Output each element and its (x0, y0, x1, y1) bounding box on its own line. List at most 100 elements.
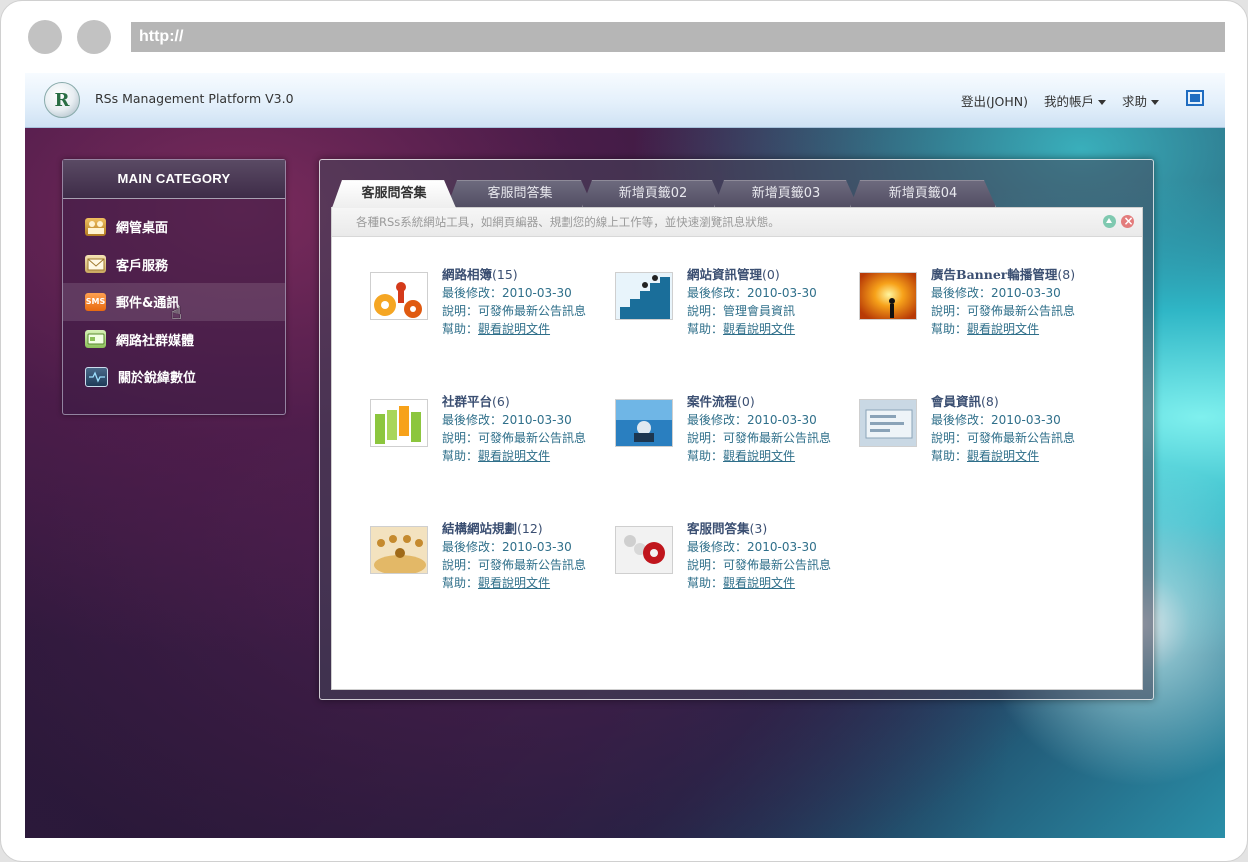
card-modified: 最後修改：2010-03-30 (442, 413, 572, 427)
card-description: 說明：可發佈最新公告訊息 (687, 431, 832, 445)
url-text: http:// (139, 28, 184, 45)
app-logo[interactable]: R (44, 82, 80, 118)
module-card: 案件流程(0) 最後修改：2010-03-30 說明：可發佈最新公告訊息 幫助：… (615, 394, 845, 479)
module-card: 客服問答集(3) 最後修改：2010-03-30 說明：可發佈最新公告訊息 幫助… (615, 521, 845, 606)
window-button[interactable] (77, 20, 111, 54)
card-modified: 最後修改：2010-03-30 (931, 286, 1061, 300)
top-bar: R RSs Management Platform V3.0 登出(JOHN) … (25, 73, 1225, 128)
card-help-prefix: 幫助： (687, 576, 724, 590)
window-button[interactable] (28, 20, 62, 54)
card-title[interactable]: 網站資訊管理 (687, 267, 762, 282)
help-doc-link[interactable]: 觀看說明文件 (478, 322, 550, 336)
card-title[interactable]: 社群平台 (442, 394, 492, 409)
sidebar-item-label: 郵件&通訊 (116, 296, 180, 312)
card-description: 說明：可發佈最新公告訊息 (687, 558, 832, 572)
social-platform-thumbnail[interactable] (370, 399, 428, 447)
card-title[interactable]: 網路相簿 (442, 267, 492, 282)
card-title[interactable]: 會員資訊 (931, 394, 981, 409)
sidebar-item-social[interactable]: 網路社群媒體 (63, 321, 285, 359)
module-card: 廣告Banner輪播管理(8) 最後修改：2010-03-30 說明：可發佈最新… (859, 267, 1089, 352)
users-icon (85, 217, 106, 236)
help-doc-link[interactable]: 觀看說明文件 (723, 322, 795, 336)
card-title[interactable]: 案件流程 (687, 394, 737, 409)
top-nav: 登出(JOHN) 我的帳戶 求助 (961, 91, 1159, 110)
sidebar-item-about[interactable]: 關於銳緯數位 (63, 358, 285, 396)
card-count: (12) (517, 521, 543, 536)
description-bar: 各種RSs系統網站工具，如網頁編器、規劃您的線上工作等，並快速瀏覽訊息狀態。 (332, 207, 1142, 237)
module-card: 會員資訊(8) 最後修改：2010-03-30 說明：可發佈最新公告訊息 幫助：… (859, 394, 1089, 479)
tab-content: 各種RSs系統網站工具，如網頁編器、規劃您的線上工作等，並快速瀏覽訊息狀態。 網… (331, 207, 1143, 690)
card-info: 會員資訊(8) 最後修改：2010-03-30 說明：可發佈最新公告訊息 幫助：… (931, 393, 1075, 465)
sidebar: MAIN CATEGORY 網管桌面 客戶服務 SMS 郵件&通訊 ☝ 網路社群… (62, 159, 286, 415)
sidebar-item-label: 網路社群媒體 (116, 333, 195, 349)
sms-icon: SMS (85, 292, 106, 311)
tab-faq[interactable]: 客服問答集 (447, 180, 593, 207)
card-description: 說明：可發佈最新公告訊息 (442, 304, 587, 318)
fullscreen-icon[interactable] (1186, 90, 1204, 106)
card-info: 結構網站規劃(12) 最後修改：2010-03-30 說明：可發佈最新公告訊息 … (442, 520, 586, 592)
card-icon (85, 330, 106, 349)
address-bar[interactable]: http:// (131, 22, 1225, 52)
sidebar-item-desktop[interactable]: 網管桌面 (63, 208, 285, 246)
card-help-prefix: 幫助： (442, 576, 479, 590)
help-doc-link[interactable]: 觀看說明文件 (478, 449, 550, 463)
card-description: 說明：可發佈最新公告訊息 (931, 304, 1076, 318)
card-help-prefix: 幫助： (442, 449, 479, 463)
sidebar-item-label: 網管桌面 (116, 221, 169, 237)
card-help-prefix: 幫助： (687, 449, 724, 463)
module-card: 社群平台(6) 最後修改：2010-03-30 說明：可發佈最新公告訊息 幫助：… (370, 394, 600, 479)
site-info-thumbnail[interactable] (615, 272, 673, 320)
card-info: 社群平台(6) 最後修改：2010-03-30 說明：可發佈最新公告訊息 幫助：… (442, 393, 586, 465)
card-modified: 最後修改：2010-03-30 (442, 540, 572, 554)
photo-album-thumbnail[interactable] (370, 272, 428, 320)
help-doc-link[interactable]: 觀看說明文件 (967, 449, 1039, 463)
tab-faq-active[interactable]: 客服問答集 (332, 180, 456, 208)
pulse-icon (85, 366, 108, 387)
help-doc-link[interactable]: 觀看說明文件 (967, 322, 1039, 336)
help-doc-link[interactable]: 觀看說明文件 (723, 576, 795, 590)
card-info: 廣告Banner輪播管理(8) 最後修改：2010-03-30 說明：可發佈最新… (931, 266, 1075, 338)
envelope-icon (85, 255, 106, 274)
card-description: 說明：可發佈最新公告訊息 (931, 431, 1076, 445)
site-structure-thumbnail[interactable] (370, 526, 428, 574)
card-title[interactable]: 客服問答集 (687, 521, 750, 536)
browser-frame: http:// R RSs Management Platform V3.0 登… (0, 0, 1248, 862)
member-info-thumbnail[interactable] (859, 399, 917, 447)
account-label: 我的帳戶 (1043, 94, 1094, 109)
help-doc-link[interactable]: 觀看說明文件 (478, 576, 550, 590)
card-count: (6) (492, 394, 510, 409)
card-description: 說明：可發佈最新公告訊息 (442, 431, 587, 445)
sidebar-item-customer-service[interactable]: 客戶服務 (63, 246, 285, 284)
main-panel: 客服問答集 客服問答集 新增頁籤02 新增頁籤03 新增頁籤04 各種RSs系統… (319, 159, 1154, 700)
card-count: (8) (1057, 267, 1076, 282)
card-count: (0) (762, 267, 780, 282)
card-title[interactable]: 廣告Banner輪播管理 (931, 267, 1057, 282)
collapse-icon[interactable] (1103, 215, 1116, 228)
sidebar-item-label: 關於銳緯數位 (118, 371, 197, 387)
help-menu[interactable]: 求助 (1122, 91, 1159, 110)
account-menu[interactable]: 我的帳戶 (1044, 91, 1106, 110)
faq-thumbnail[interactable] (615, 526, 673, 574)
card-description: 說明：可發佈最新公告訊息 (442, 558, 587, 572)
card-modified: 最後修改：2010-03-30 (687, 413, 817, 427)
card-count: (3) (749, 521, 768, 536)
card-modified: 最後修改：2010-03-30 (931, 413, 1061, 427)
tab-new-03[interactable]: 新增頁籤03 (714, 180, 858, 207)
help-doc-link[interactable]: 觀看說明文件 (723, 449, 795, 463)
card-description: 說明：管理會員資訊 (687, 304, 796, 318)
case-flow-thumbnail[interactable] (615, 399, 673, 447)
tab-new-02[interactable]: 新增頁籤02 (582, 180, 724, 207)
sidebar-item-mail[interactable]: SMS 郵件&通訊 ☝ (63, 283, 285, 324)
close-icon[interactable] (1121, 207, 1134, 235)
card-title[interactable]: 結構網站規劃 (442, 521, 517, 536)
app-title: RSs Management Platform V3.0 (95, 91, 294, 106)
card-count: (0) (737, 394, 755, 409)
card-modified: 最後修改：2010-03-30 (442, 286, 572, 300)
sidebar-heading: MAIN CATEGORY (63, 160, 285, 199)
banner-thumbnail[interactable] (859, 272, 917, 320)
module-card: 網路相簿(15) 最後修改：2010-03-30 說明：可發佈最新公告訊息 幫助… (370, 267, 600, 352)
logout-link[interactable]: 登出(JOHN) (961, 91, 1028, 110)
card-modified: 最後修改：2010-03-30 (687, 540, 817, 554)
module-card: 結構網站規劃(12) 最後修改：2010-03-30 說明：可發佈最新公告訊息 … (370, 521, 600, 606)
tab-new-04[interactable]: 新增頁籤04 (850, 180, 996, 207)
